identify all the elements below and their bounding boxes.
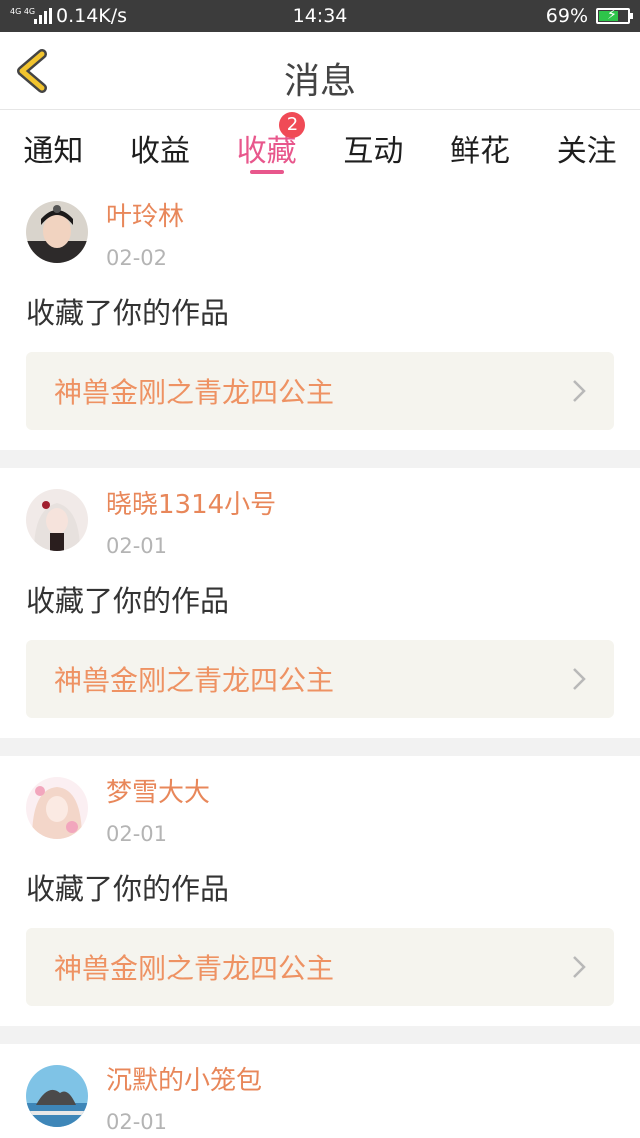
tab-label: 收益 xyxy=(130,134,190,169)
tab-notifications[interactable]: 通知 xyxy=(0,110,107,180)
avatar[interactable] xyxy=(26,777,88,839)
chevron-right-icon xyxy=(573,380,586,402)
active-tab-indicator xyxy=(249,170,284,174)
message-card: 晓晓1314小号 02-01 收藏了你的作品 神兽金刚之青龙四公主 xyxy=(0,450,640,738)
chevron-right-icon xyxy=(573,668,586,690)
tab-earnings[interactable]: 收益 xyxy=(107,110,214,180)
message-card: 叶玲林 02-02 收藏了你的作品 神兽金刚之青龙四公主 xyxy=(0,180,640,450)
page-title: 消息 xyxy=(283,61,356,102)
username[interactable]: 晓晓1314小号 xyxy=(106,488,276,522)
work-link[interactable]: 神兽金刚之青龙四公主 xyxy=(26,640,614,718)
message-card: 沉默的小笼包 02-01 xyxy=(0,1026,640,1138)
user-row: 叶玲林 02-02 xyxy=(26,196,614,270)
work-link[interactable]: 神兽金刚之青龙四公主 xyxy=(26,352,614,430)
tab-follows[interactable]: 关注 xyxy=(533,110,640,180)
message-text: 收藏了你的作品 xyxy=(26,872,230,906)
message-text: 收藏了你的作品 xyxy=(26,296,230,330)
user-info: 叶玲林 02-02 xyxy=(106,196,184,270)
status-bar: 4G 4G 0.14K/s 14:34 69% ⚡ xyxy=(0,0,640,32)
message-card: 梦雪大大 02-01 收藏了你的作品 神兽金刚之青龙四公主 xyxy=(0,738,640,1026)
user-info: 晓晓1314小号 02-01 xyxy=(106,484,276,558)
tab-label: 收藏 xyxy=(236,134,297,169)
work-title: 神兽金刚之青龙四公主 xyxy=(54,664,335,697)
message-date: 02-01 xyxy=(106,534,168,558)
tab-interactions[interactable]: 互动 xyxy=(320,110,427,180)
battery-percent: 69% xyxy=(545,5,588,27)
avatar[interactable] xyxy=(26,201,88,263)
network-type-label: 4G 4G xyxy=(10,7,36,16)
message-list: 叶玲林 02-02 收藏了你的作品 神兽金刚之青龙四公主 晓晓1314小号 02… xyxy=(0,180,640,1138)
message-tabs: 通知 收益 收藏 2 互动 鲜花 关注 xyxy=(0,110,640,180)
nav-header: 消息 xyxy=(0,32,640,110)
message-date: 02-01 xyxy=(106,1110,168,1134)
status-left: 4G 4G 0.14K/s xyxy=(10,5,127,27)
unread-badge: 2 xyxy=(279,112,306,138)
work-link[interactable]: 神兽金刚之青龙四公主 xyxy=(26,928,614,1006)
tab-flowers[interactable]: 鲜花 xyxy=(427,110,534,180)
tab-favorites[interactable]: 收藏 2 xyxy=(213,110,320,180)
status-right: 69% ⚡ xyxy=(545,5,633,27)
message-date: 02-02 xyxy=(106,246,168,270)
tab-label: 关注 xyxy=(556,134,617,169)
user-row: 沉默的小笼包 02-01 xyxy=(26,1060,614,1134)
user-row: 梦雪大大 02-01 xyxy=(26,772,614,846)
network-speed: 0.14K/s xyxy=(56,5,128,27)
battery-icon: ⚡ xyxy=(596,7,633,24)
back-arrow-icon[interactable] xyxy=(12,48,52,94)
message-text: 收藏了你的作品 xyxy=(26,584,230,618)
tab-label: 通知 xyxy=(23,134,84,169)
user-info: 沉默的小笼包 02-01 xyxy=(106,1060,262,1134)
avatar[interactable] xyxy=(26,1065,88,1127)
signal-icon: 4G 4G xyxy=(10,7,52,25)
user-row: 晓晓1314小号 02-01 xyxy=(26,484,614,558)
avatar[interactable] xyxy=(26,489,88,551)
user-info: 梦雪大大 02-01 xyxy=(106,772,210,846)
username[interactable]: 沉默的小笼包 xyxy=(106,1064,262,1098)
message-date: 02-01 xyxy=(106,822,168,846)
tab-label: 鲜花 xyxy=(450,134,511,169)
tab-label: 互动 xyxy=(343,134,404,169)
username[interactable]: 梦雪大大 xyxy=(106,776,210,810)
chevron-right-icon xyxy=(573,956,586,978)
work-title: 神兽金刚之青龙四公主 xyxy=(54,952,335,985)
username[interactable]: 叶玲林 xyxy=(106,200,184,234)
work-title: 神兽金刚之青龙四公主 xyxy=(54,376,335,409)
